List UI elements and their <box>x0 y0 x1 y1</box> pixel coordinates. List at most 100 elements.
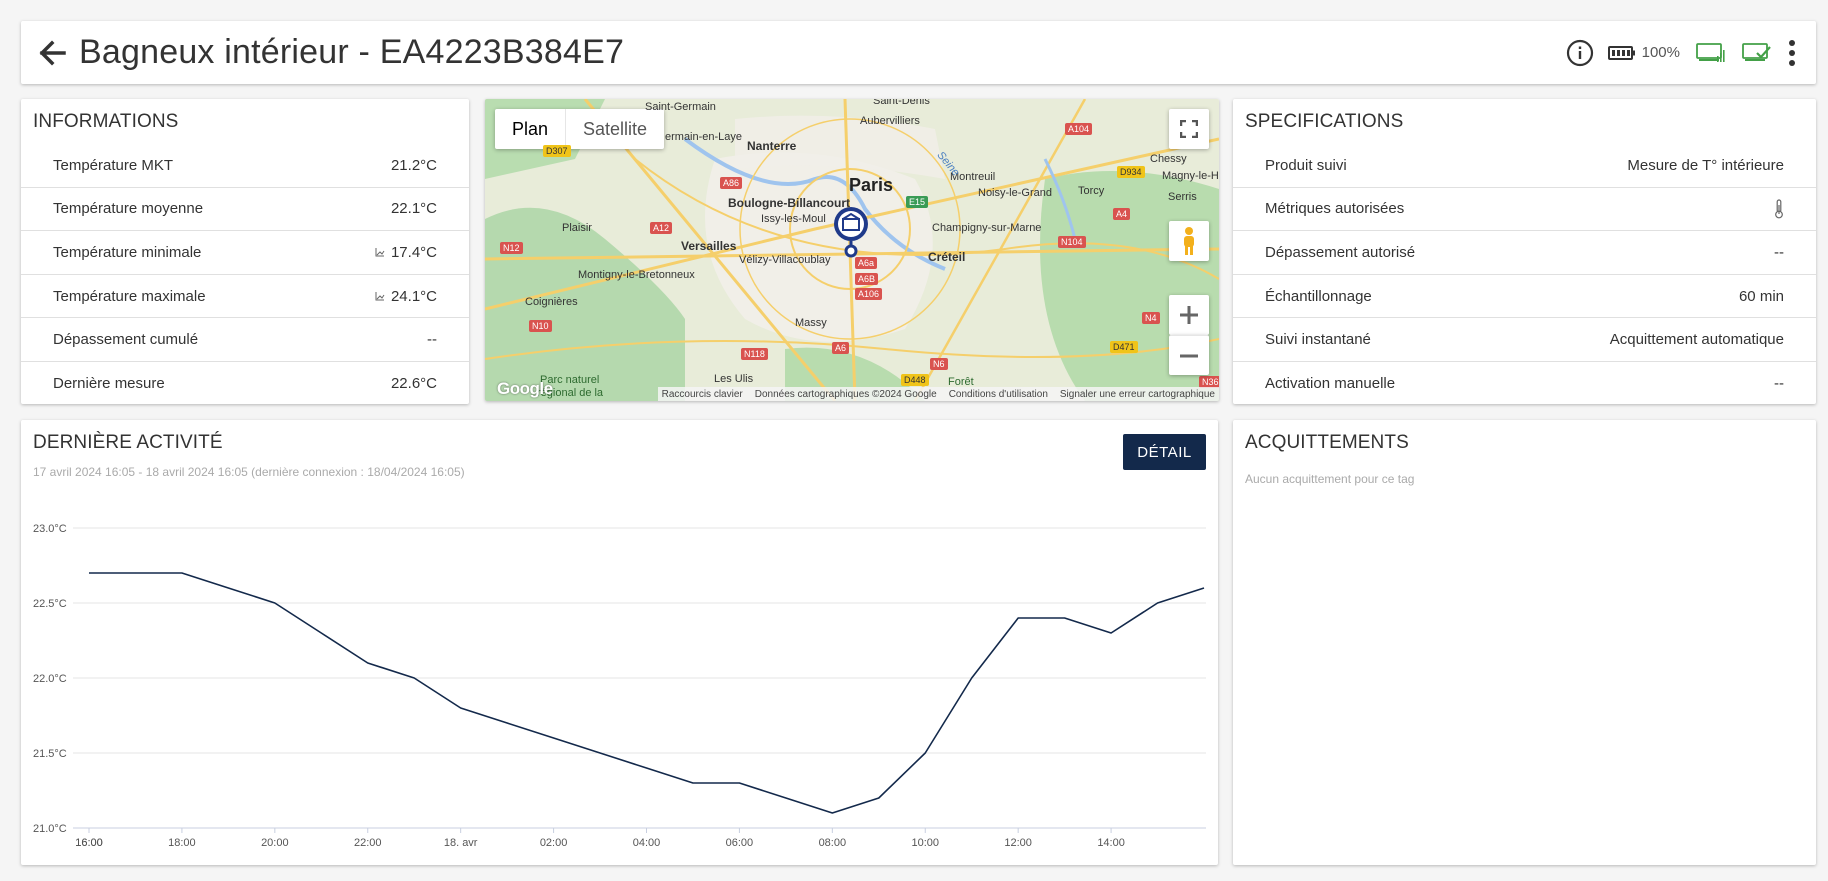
y-tick-label: 22.0°C <box>33 673 67 685</box>
location-map[interactable]: Plan Satellite Saint-Denis Saint-Germain… <box>485 99 1219 401</box>
activity-panel: 21.0°C 21.5°C 22.0°C 22.5°C 23.0°C 16:00 18:00… <box>21 420 1218 865</box>
map-label: Les Ulis <box>714 373 754 385</box>
map-label: Saint-Germain <box>645 101 716 113</box>
panel-title: ACQUITTEMENTS <box>1245 432 1409 453</box>
map-label: ermain-en-Laye <box>665 131 743 143</box>
zoom-in-icon[interactable] <box>1169 295 1209 335</box>
informations-list: Température MKT 21.2°C Température moyenn… <box>21 144 469 406</box>
map-label: Coignières <box>525 296 578 308</box>
row-label: Activation manuelle <box>1265 375 1396 393</box>
x-tick-label: 10:00 <box>911 837 939 849</box>
row-label: Température moyenne <box>53 200 204 218</box>
map-type-toggle: Plan Satellite <box>495 109 665 149</box>
street-view-pegman-icon[interactable] <box>1169 221 1209 261</box>
x-tick-label: 18:00 <box>168 837 196 849</box>
map-label: Montigny-le-Bretonneux <box>578 269 695 281</box>
x-tick-label: 20:00 <box>261 837 289 849</box>
map-tab-satellite[interactable]: Satellite <box>565 109 664 149</box>
specifications-list: Produit suivi Mesure de T° intérieure Mét… <box>1233 144 1816 406</box>
map-footer-terms[interactable]: Conditions d'utilisation <box>949 389 1048 400</box>
map-label: Paris <box>849 175 894 195</box>
row-value: 24.1°C <box>390 287 437 305</box>
x-tick-label: 04:00 <box>633 837 661 849</box>
thermometer-icon <box>1774 199 1784 219</box>
map-label: Versailles <box>681 239 737 253</box>
panel-title: SPECIFICATIONS <box>1245 111 1404 132</box>
detail-button[interactable]: DÉTAIL <box>1123 434 1206 470</box>
row-label: Dernière mesure <box>53 375 165 393</box>
row-label: Dépassement cumulé <box>53 331 199 349</box>
map-label: Noisy-le-Grand <box>978 187 1052 199</box>
x-tick-label: 22:00 <box>354 837 382 849</box>
info-row-exceed: Dépassement cumulé -- <box>21 318 469 362</box>
row-label: Température MKT <box>53 156 174 174</box>
row-value: -- <box>1774 243 1784 261</box>
road-shield: D448 <box>901 374 929 386</box>
page-title: Bagneux intérieur - EA4223B384E7 <box>79 33 625 71</box>
info-icon[interactable] <box>1566 39 1594 67</box>
trend-chart-icon <box>375 288 385 305</box>
spec-row-sampling: Échantillonnage 60 min <box>1233 275 1816 319</box>
road-shield: A104 <box>1065 123 1093 135</box>
map-label: Serris <box>1168 191 1197 203</box>
road-shield: N104 <box>1058 236 1086 248</box>
row-label: Suivi instantané <box>1265 331 1371 349</box>
map-label: Plaisir <box>562 222 592 234</box>
map-label: Magny-le-H <box>1162 170 1219 182</box>
x-tick-label: 16:00 <box>75 837 103 849</box>
row-value: 21.2°C <box>390 156 437 174</box>
road-shield: D934 <box>1117 166 1145 178</box>
trend-chart-icon <box>375 244 385 261</box>
back-arrow-icon[interactable] <box>35 36 69 70</box>
y-tick-label: 23.0°C <box>33 523 67 535</box>
map-label: Torcy <box>1078 185 1105 197</box>
row-value: -- <box>427 331 437 349</box>
spec-row-tracking: Suivi instantané Acquittement automatique <box>1233 318 1816 362</box>
specifications-panel: SPECIFICATIONS Produit suivi Mesure de T°… <box>1233 99 1816 404</box>
map-label: Créteil <box>928 250 966 264</box>
row-value: 22.1°C <box>390 200 437 218</box>
spec-row-activation: Activation manuelle -- <box>1233 362 1816 406</box>
acquittements-panel: ACQUITTEMENTS Aucun acquittement pour ce… <box>1233 420 1816 865</box>
row-value: 60 min <box>1738 287 1784 305</box>
map-label: Aubervilliers <box>860 115 920 127</box>
row-label: Produit suivi <box>1265 156 1347 174</box>
road-shield: N10 <box>529 320 552 332</box>
y-tick-label: 21.5°C <box>33 748 67 760</box>
row-label: Échantillonnage <box>1265 287 1372 305</box>
zoom-out-icon[interactable] <box>1169 335 1209 375</box>
row-label: Dépassement autorisé <box>1265 243 1416 261</box>
info-row-min: Température minimale 17.4°C <box>21 231 469 275</box>
temperature-line-chart: 21.0°C 21.5°C 22.0°C 22.5°C 23.0°C 16:00 18:00… <box>33 523 1206 849</box>
map-tab-plan[interactable]: Plan <box>495 109 565 149</box>
row-value: 17.4°C <box>390 243 437 261</box>
battery-icon <box>1607 45 1636 61</box>
road-shield: A12 <box>650 222 673 234</box>
fullscreen-icon[interactable] <box>1169 109 1209 149</box>
map-label: Massy <box>795 317 827 329</box>
info-row-mean: Température moyenne 22.1°C <box>21 188 469 232</box>
x-tick-label: 12:00 <box>1004 837 1032 849</box>
series-line <box>89 572 1205 814</box>
map-footer-report[interactable]: Signaler une erreur cartographique <box>1060 389 1215 400</box>
more-vert-icon[interactable] <box>1788 39 1796 67</box>
row-label: Température maximale <box>53 287 206 305</box>
road-shield: A6 <box>832 342 850 354</box>
x-tick-label: 14:00 <box>1097 837 1125 849</box>
x-tick-label: 18. avr <box>444 837 478 849</box>
row-value: Mesure de T° intérieure <box>1627 156 1784 174</box>
road-shield: N118 <box>741 348 768 360</box>
map-label: Vélizy-Villacoublay <box>739 254 831 266</box>
road-shield: N6 <box>930 358 948 370</box>
info-row-mkt: Température MKT 21.2°C <box>21 144 469 188</box>
row-label: Température minimale <box>53 243 202 261</box>
row-label: Métriques autorisées <box>1265 200 1405 218</box>
spec-row-product: Produit suivi Mesure de T° intérieure <box>1233 144 1816 188</box>
map-footer-data: Données cartographiques ©2024 Google <box>754 388 937 400</box>
map-location-pin[interactable] <box>831 206 871 263</box>
row-value: 22.6°C <box>390 375 437 393</box>
panel-title: DERNIÈRE ACTIVITÉ <box>33 432 223 453</box>
map-label: Saint-Denis <box>873 99 930 107</box>
signal-icon <box>1696 42 1726 64</box>
map-footer-shortcuts[interactable]: Raccourcis clavier <box>662 389 743 400</box>
